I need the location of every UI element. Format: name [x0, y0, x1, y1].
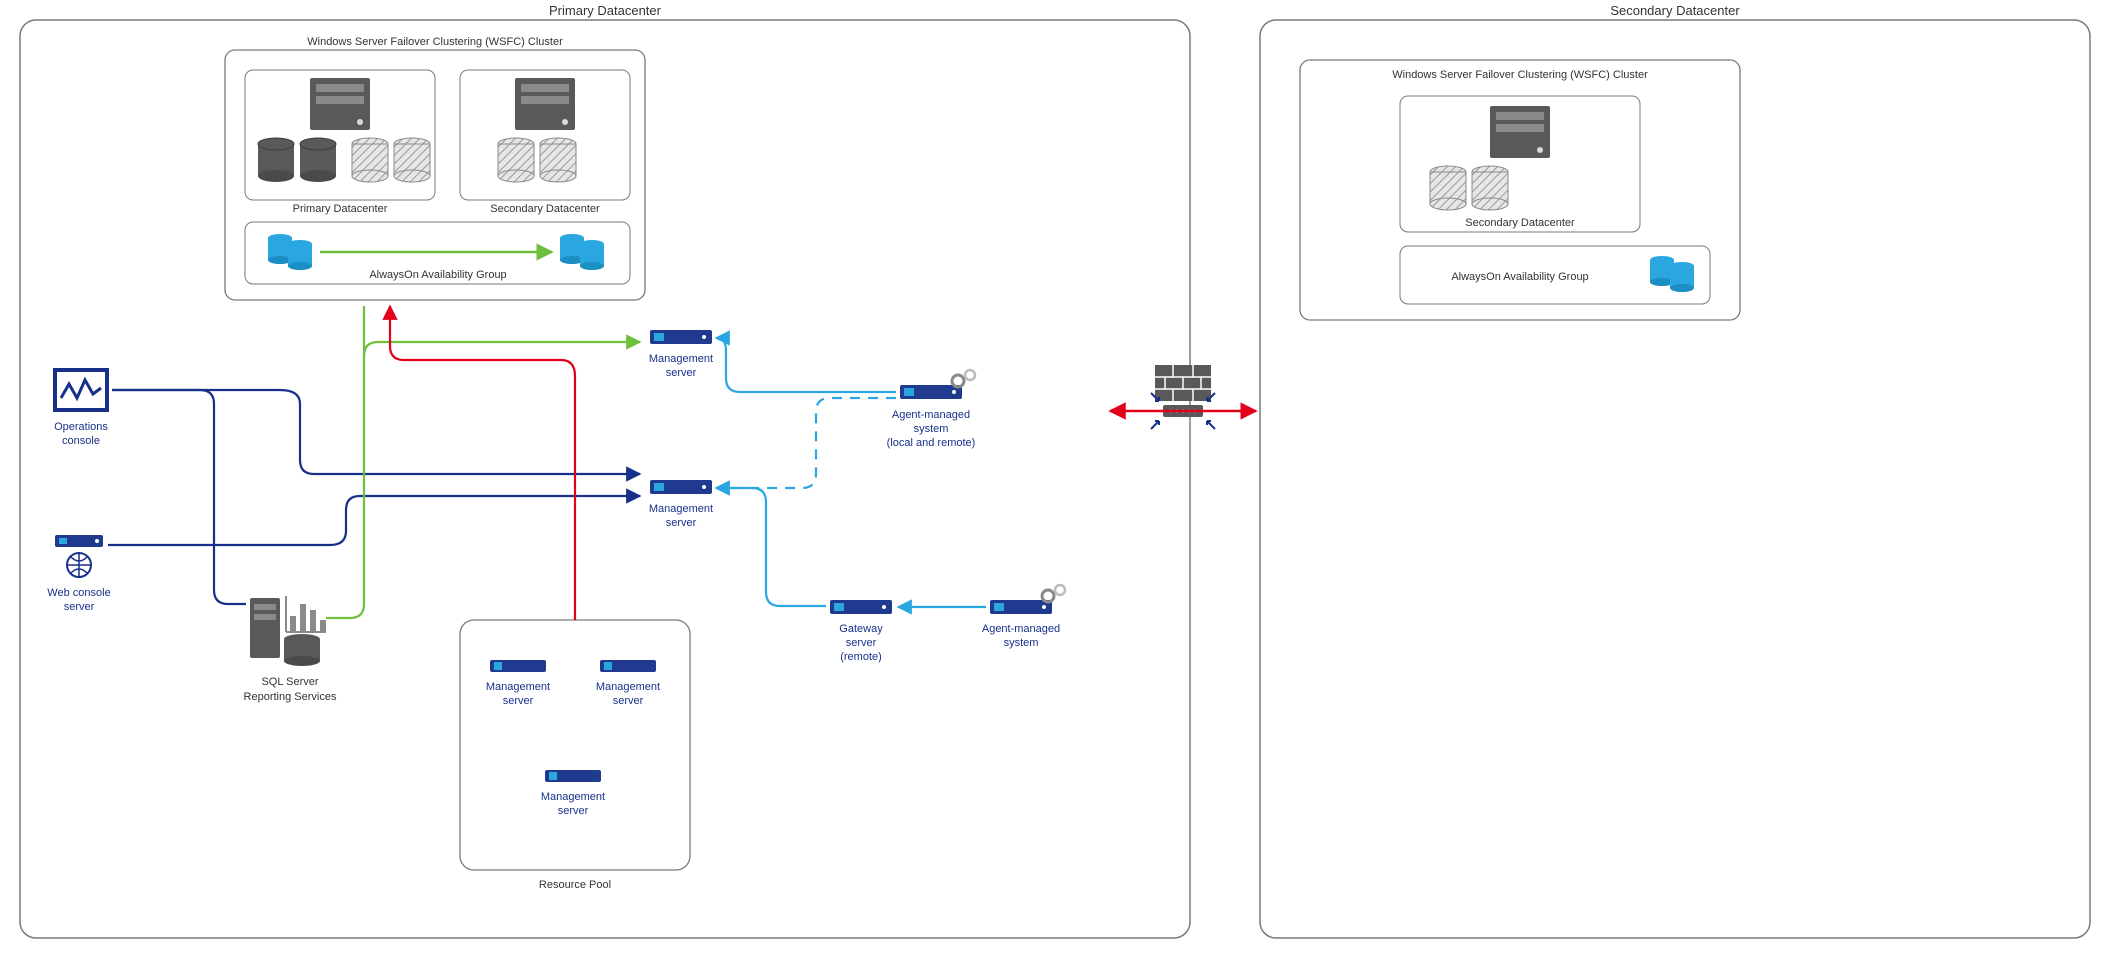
- svg-text:server: server: [558, 805, 589, 817]
- ag-label-primary: AlwaysOn Availability Group: [369, 269, 506, 281]
- sql-reporting-l1: SQL Server: [261, 676, 318, 688]
- operations-console: [55, 370, 107, 410]
- pool-to-wsfc-line: [390, 306, 575, 620]
- svg-text:console: console: [62, 435, 100, 447]
- wsfc-cluster-secondary: Windows Server Failover Clustering (WSFC…: [1300, 60, 1740, 320]
- wsfc-cluster-primary: Windows Server Failover Clustering (WSFC…: [225, 36, 645, 300]
- gear-icon: [1042, 585, 1065, 602]
- svg-text:Agent-managed: Agent-managed: [982, 623, 1060, 635]
- svg-text:Gateway: Gateway: [839, 623, 883, 635]
- ops-to-mgmt2-line: [112, 390, 640, 474]
- svg-text:system: system: [914, 423, 949, 435]
- svg-text:server: server: [503, 695, 534, 707]
- svg-text:Agent-managed: Agent-managed: [892, 409, 970, 421]
- svg-text:(local and remote): (local and remote): [887, 437, 976, 449]
- gear-icon: [952, 370, 975, 387]
- db-icon-dark: [258, 138, 294, 182]
- resource-pool-label: Resource Pool: [539, 879, 611, 891]
- svg-text:Management: Management: [541, 791, 605, 803]
- svg-text:server: server: [666, 517, 697, 529]
- svg-text:server: server: [666, 367, 697, 379]
- db-icon-blue: [580, 240, 604, 270]
- sql-reporting-services: [250, 596, 326, 666]
- primary-datacenter-group: Primary Datacenter Windows Server Failov…: [20, 3, 1190, 938]
- db-icon-blue: [288, 240, 312, 270]
- server-icon: [310, 78, 370, 130]
- sql-reporting-l2: Reporting Services: [244, 691, 337, 703]
- primary-datacenter-title: Primary Datacenter: [549, 3, 662, 18]
- svg-text:server: server: [64, 601, 95, 613]
- ops-to-sql-line: [112, 390, 246, 604]
- secondary-datacenter-group: Secondary Datacenter Windows Server Fail…: [1260, 3, 2090, 938]
- db-icon-dark: [300, 138, 336, 182]
- gateway-server: [830, 600, 892, 614]
- svg-text:Management: Management: [486, 681, 550, 693]
- db-icon-hatched: [394, 138, 430, 182]
- db-icon-hatched: [540, 138, 576, 182]
- resource-pool: Management Management server server Mana…: [460, 620, 690, 891]
- ag-label-secondary: AlwaysOn Availability Group: [1451, 271, 1588, 283]
- diagram-canvas: Primary Datacenter Windows Server Failov…: [0, 0, 2114, 958]
- server-icon: [1490, 106, 1550, 158]
- svg-text:Management: Management: [596, 681, 660, 693]
- svg-text:Management: Management: [649, 353, 713, 365]
- ops-console-label-l1: Operations: [54, 421, 108, 433]
- pool-mgmt-1: [490, 660, 546, 672]
- db-icon-hatched: [1430, 166, 1466, 210]
- svg-text:server: server: [613, 695, 644, 707]
- agent-managed-local: [900, 370, 975, 399]
- agent-local-to-mgmt1: [716, 338, 896, 392]
- svg-text:system: system: [1004, 637, 1039, 649]
- svg-text:(remote): (remote): [840, 651, 882, 663]
- replica-secondary: Secondary Datacenter: [460, 70, 630, 215]
- db-icon-blue: [1670, 262, 1694, 292]
- management-server-2: [650, 480, 712, 494]
- replica-label-secondary: Secondary Datacenter: [1465, 217, 1575, 229]
- web-console-server: [55, 535, 103, 577]
- firewall-icon: [1151, 365, 1215, 429]
- svg-text:server: server: [846, 637, 877, 649]
- pool-mgmt-3: [545, 770, 601, 782]
- db-icon-hatched: [352, 138, 388, 182]
- db-icon-hatched: [1472, 166, 1508, 210]
- pool-mgmt-2: [600, 660, 656, 672]
- gateway-to-mgmt2: [716, 488, 826, 606]
- sql-to-mgmt1-line: [326, 342, 640, 618]
- db-icon-hatched: [498, 138, 534, 182]
- management-server-1: [650, 330, 712, 344]
- agent-local-to-mgmt2-dashed: [716, 398, 896, 488]
- web-to-mgmt2-line: [108, 496, 640, 545]
- svg-text:Management: Management: [649, 503, 713, 515]
- alwayson-ag-primary: AlwaysOn Availability Group: [245, 222, 630, 284]
- secondary-datacenter-title: Secondary Datacenter: [1610, 3, 1740, 18]
- wsfc-title-secondary: Windows Server Failover Clustering (WSFC…: [1392, 69, 1648, 81]
- replica-primary-label: Primary Datacenter: [293, 203, 388, 215]
- replica-secondary-label: Secondary Datacenter: [490, 203, 600, 215]
- wsfc-title-primary: Windows Server Failover Clustering (WSFC…: [307, 36, 563, 48]
- agent-managed-remote: [990, 585, 1065, 614]
- server-icon: [515, 78, 575, 130]
- replica-primary: Primary Datacenter: [245, 70, 435, 215]
- svg-text:Web console: Web console: [47, 587, 110, 599]
